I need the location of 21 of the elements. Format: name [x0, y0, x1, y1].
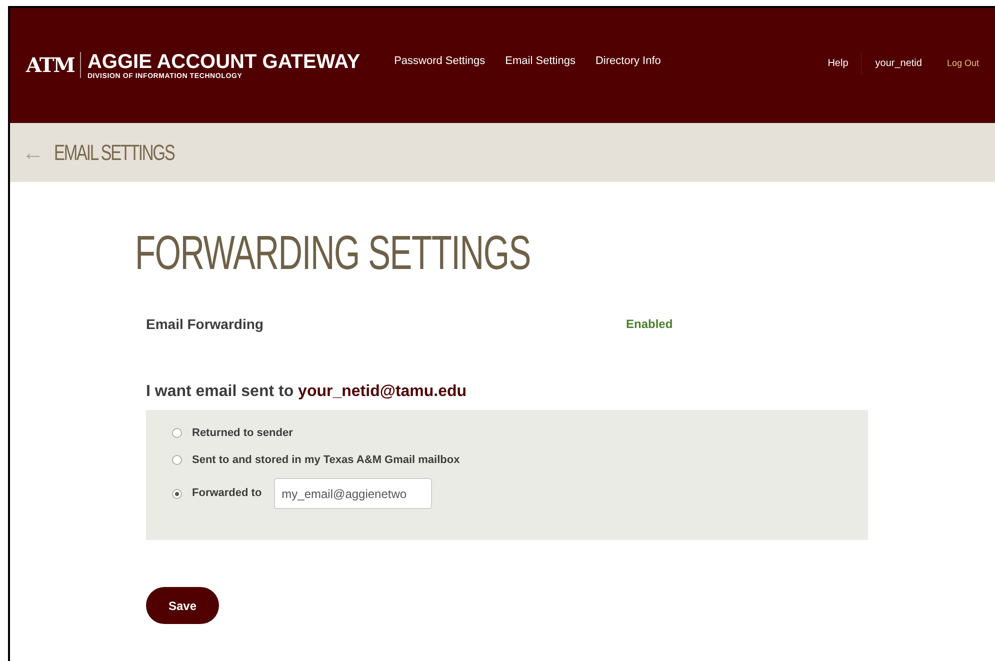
header-link[interactable]: Help	[814, 53, 862, 74]
logout-link[interactable]: Log Out	[934, 56, 979, 70]
save-button[interactable]: Save	[146, 587, 219, 624]
logo[interactable]: ATM	[26, 52, 82, 78]
nav-link[interactable]: Directory Info	[595, 53, 661, 70]
question-text: I want email sent to your_netid@tamu.edu	[146, 382, 468, 402]
email-input[interactable]: my_email@aggienetwo	[274, 478, 432, 509]
page-title: FORWARDING SETTINGS	[135, 226, 530, 282]
radio-button[interactable]	[172, 428, 182, 438]
radio-button[interactable]	[172, 488, 182, 498]
option-label: Returned to sender	[192, 426, 293, 441]
radio-button[interactable]	[172, 454, 182, 465]
nav-link[interactable]: Password Settings	[394, 53, 486, 70]
header-link[interactable]: your_netid	[862, 56, 935, 71]
breadcrumb-title: EMAIL SETTINGS	[54, 142, 174, 164]
setting-label: Email Forwarding	[146, 314, 264, 334]
site-title: AGGIE ACCOUNT GATEWAY	[87, 52, 360, 72]
option-label: Forwarded to	[192, 486, 262, 502]
nav-link[interactable]: Email Settings	[505, 53, 576, 70]
status-value: Enabled	[626, 316, 673, 333]
option-label: Sent to and stored in my Texas A&M Gmail mailbox	[192, 452, 460, 468]
